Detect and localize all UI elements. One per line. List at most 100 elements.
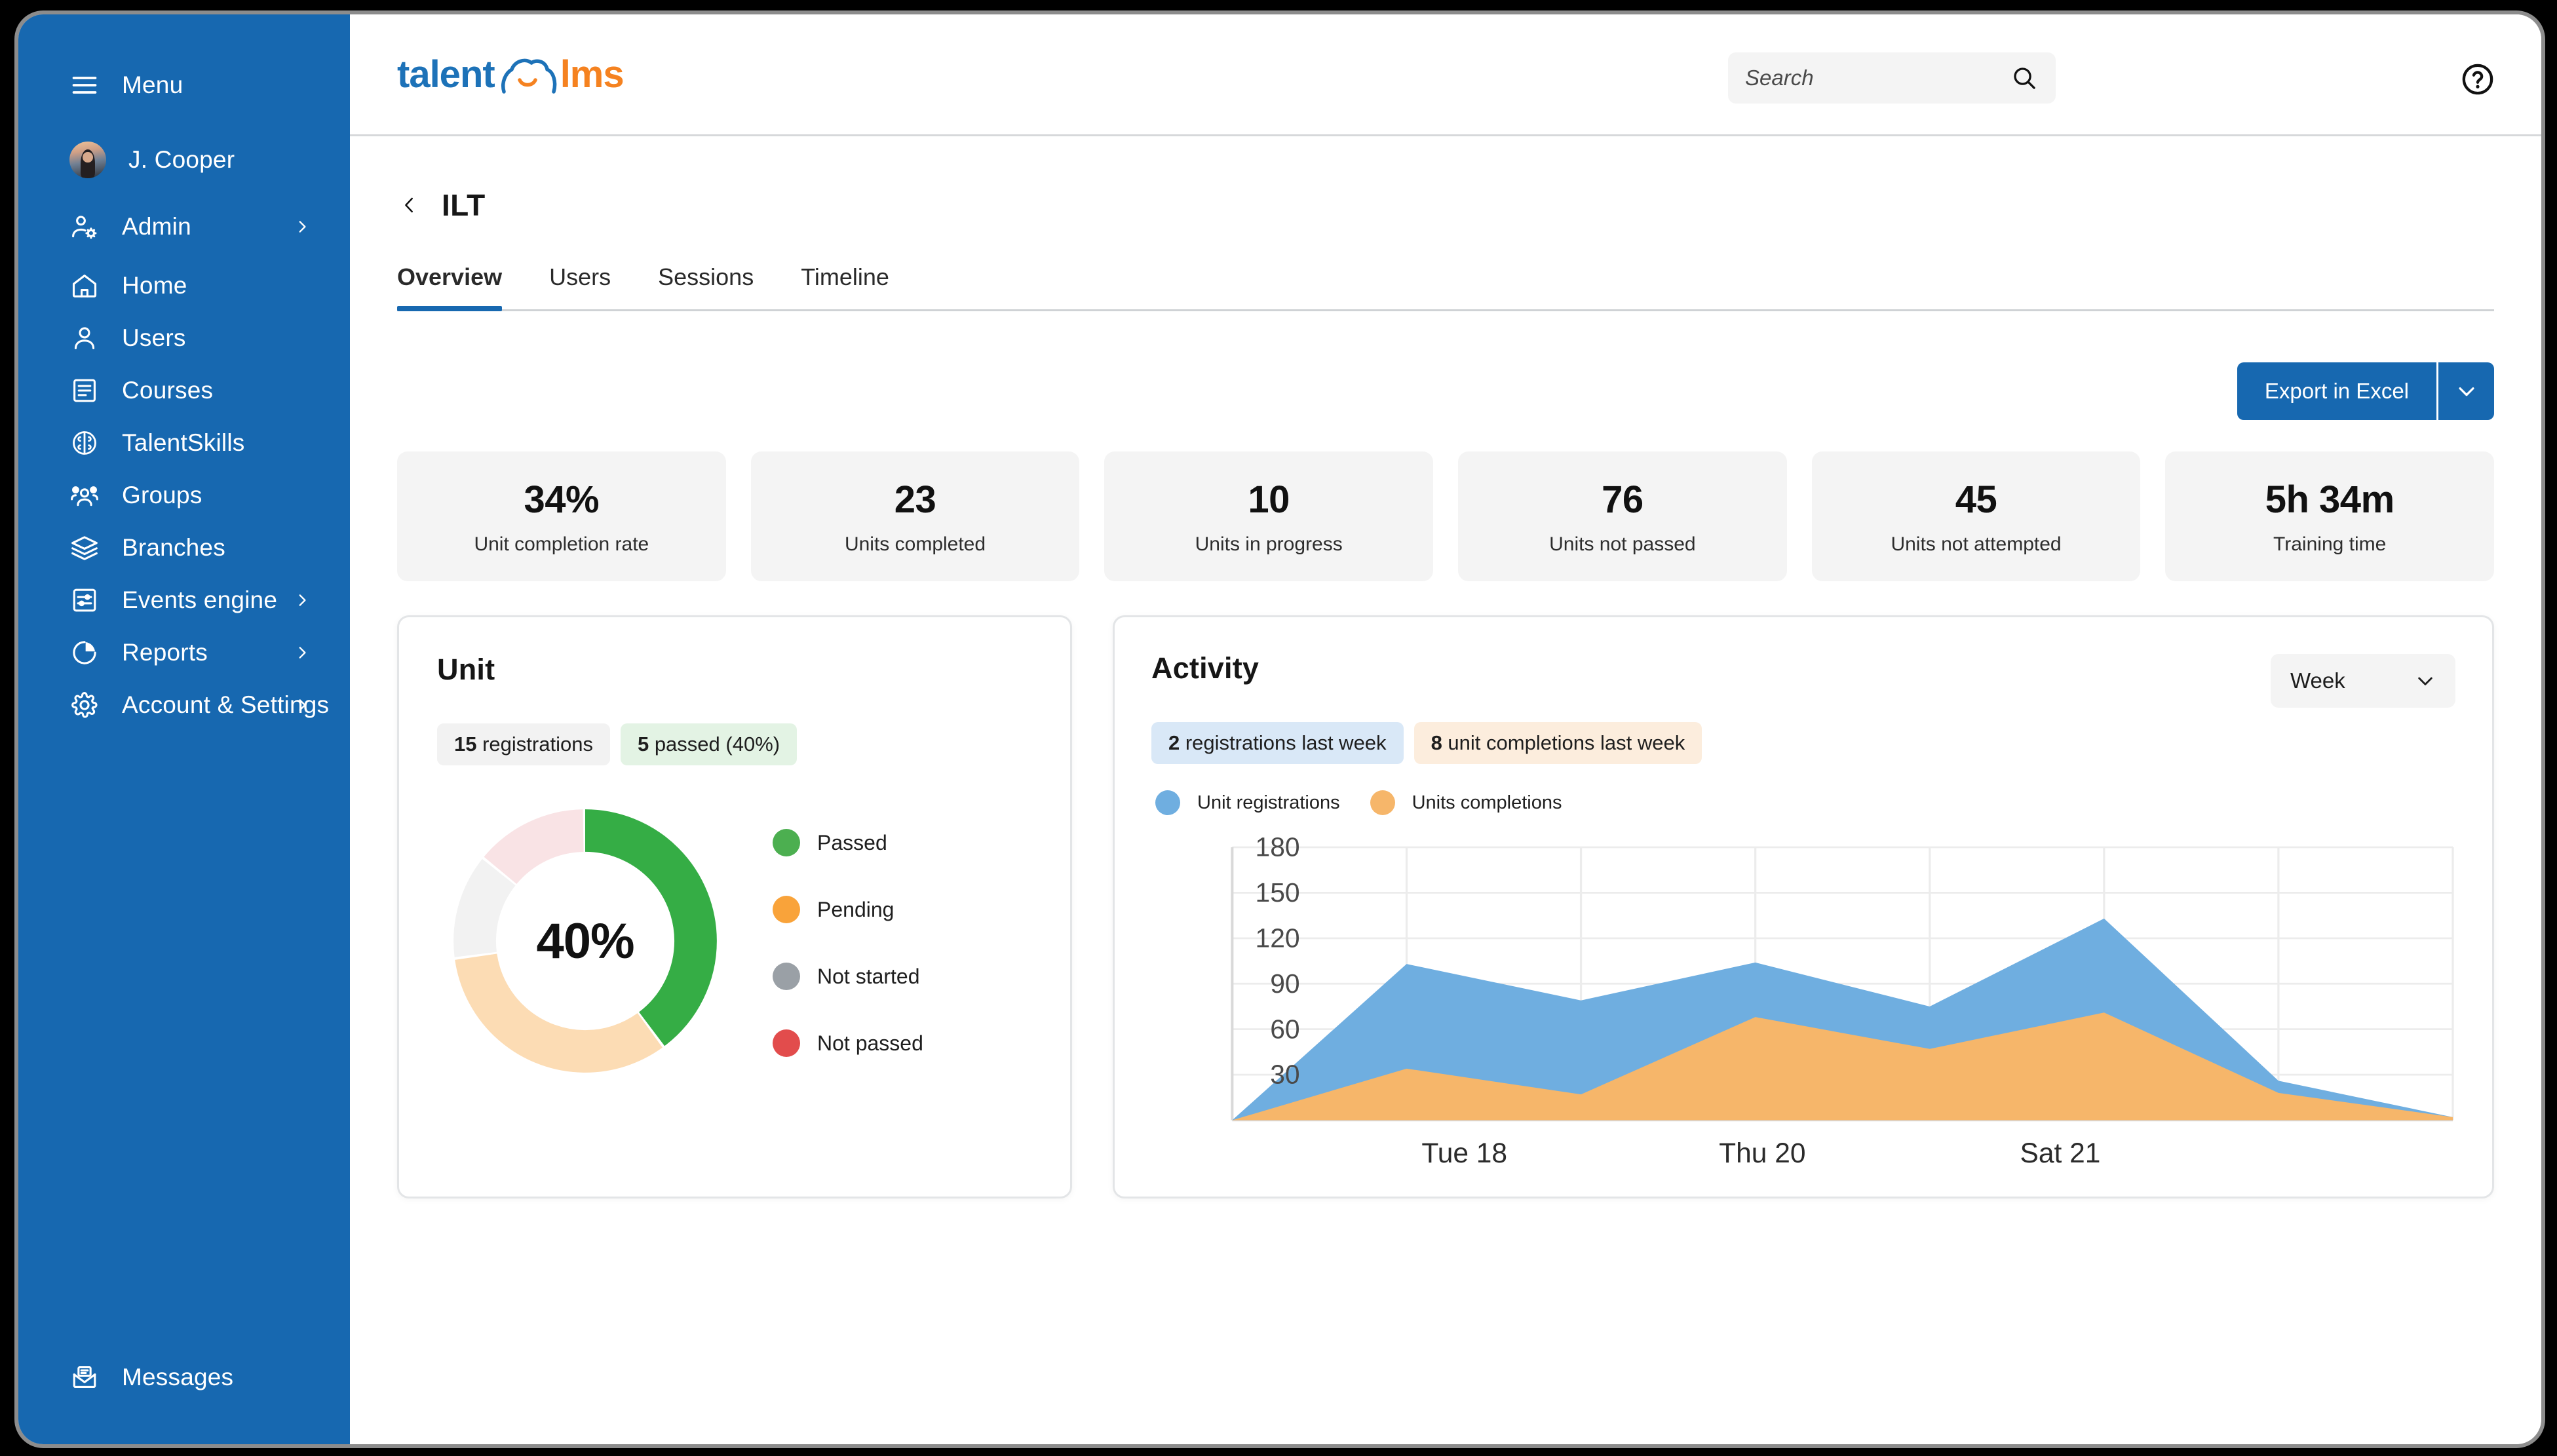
tab-timeline[interactable]: Timeline [777,263,913,309]
period-select-value: Week [2290,668,2345,693]
sidebar-item-label: Users [122,324,186,351]
legend-dot-not-passed [773,1029,800,1057]
kpi-value: 10 [1248,478,1290,521]
kpi-label: Units in progress [1195,533,1343,555]
sidebar-item-talentskills[interactable]: TalentSkills [18,417,350,469]
x-axis-tick: Tue 18 [1421,1138,1507,1169]
user-icon [69,323,100,353]
sidebar-item-groups[interactable]: Groups [18,469,350,522]
legend-dot-unit-registrations [1155,790,1180,815]
y-axis-tick: 30 [1270,1060,1299,1090]
pill-passed-value: 5 [637,733,649,756]
search-input[interactable] [1745,66,2010,90]
pill-activity-registrations-value: 2 [1168,731,1180,754]
hamburger-icon [69,70,100,100]
donut-legend: Passed Pending Not started Not passed [773,825,923,1057]
legend-dot-passed [773,829,800,856]
pill-registrations: 15 registrations [437,723,610,765]
kpi-row: 34% Unit completion rate 23 Units comple… [397,451,2495,581]
y-axis-tick: 90 [1270,968,1299,999]
donut-chart: 40% [444,799,727,1082]
kpi-value: 23 [894,478,936,521]
kpi-card-units-not-attempted: 45 Units not attempted [1811,451,2141,581]
envelope-icon [69,1362,100,1392]
sidebar: Menu J. Cooper Admin Home Users Courses … [18,14,350,1444]
charts-row: Unit 15 registrations 5 passed (40%) 40%… [397,615,2494,1198]
kpi-label: Units completed [844,533,986,555]
pill-registrations-text: registrations [476,733,593,756]
export-options-button[interactable] [2436,362,2494,420]
sidebar-item-home[interactable]: Home [18,259,350,312]
sidebar-item-label: Home [122,272,187,299]
pill-activity-completions: 8 unit completions last week [1413,722,1702,764]
sidebar-messages-label: Messages [122,1364,234,1390]
donut-area: 40% Passed Pending Not started Not passed [437,799,1032,1082]
kpi-value: 5h 34m [2265,478,2394,521]
tab-sessions[interactable]: Sessions [634,263,777,309]
legend-dot-pending [773,896,800,923]
sidebar-item-users[interactable]: Users [18,312,350,364]
chevron-right-icon [294,644,311,661]
main-content: talent lms Search ILT Overview Users Ses… [350,14,2541,1444]
top-header: talent lms [350,14,2541,136]
y-axis-tick: 150 [1256,877,1300,908]
help-button[interactable] [2460,62,2495,97]
period-select[interactable]: Week [2271,654,2455,708]
sidebar-item-messages[interactable]: Messages [18,1351,350,1404]
kpi-card-units-completed: 23 Units completed [750,451,1080,581]
logo-lms-text: lms [560,53,625,96]
sidebar-item-account-settings[interactable]: Account & Settings [18,679,350,731]
search-bar [1728,52,2056,104]
tab-overview[interactable]: Overview [397,263,526,311]
x-axis-tick: Sat 21 [2020,1138,2101,1169]
sidebar-item-events-engine[interactable]: Events engine [18,574,350,626]
sidebar-admin-label: Admin [122,213,191,240]
donut-legend-item: Not passed [773,1029,923,1057]
kpi-card-unit-completion-rate: 34% Unit completion rate [397,451,726,581]
legend-label: Units completions [1412,792,1562,813]
gear-icon [69,690,100,720]
sidebar-menu-toggle[interactable]: Menu [18,59,350,111]
sidebar-menu-label: Menu [122,71,183,98]
activity-chart: 30 60 90 120 150 180 Tue 18 Thu 20 Sat 21 [1151,832,2455,1170]
legend-label: Unit registrations [1197,792,1340,813]
sidebar-item-branches[interactable]: Branches [18,522,350,574]
y-axis-tick: 60 [1270,1014,1299,1044]
chevron-right-icon [294,592,311,609]
logo-talent-text: talent [397,53,495,96]
pie-chart-icon [69,638,100,668]
sidebar-item-label: Courses [122,377,214,404]
tab-bar: Overview Users Sessions Timeline [397,263,2494,311]
help-circle-icon [2462,64,2493,95]
app-window: Menu J. Cooper Admin Home Users Courses … [18,14,2541,1444]
donut-legend-item: Not started [773,963,923,990]
avatar [69,142,106,178]
activity-legend-item: Units completions [1370,790,1562,815]
tab-users[interactable]: Users [526,263,634,309]
activity-card: Activity Week 2 registrations last week … [1113,615,2494,1198]
legend-label: Pending [817,897,894,921]
brain-icon [69,428,100,458]
search-icon [2013,67,2035,89]
legend-dot-units-completions [1370,790,1395,815]
pill-activity-registrations: 2 registrations last week [1151,722,1404,764]
pill-passed: 5 passed (40%) [620,723,798,765]
sidebar-user[interactable]: J. Cooper [18,134,350,186]
kpi-value: 34% [524,478,600,521]
sidebar-item-courses[interactable]: Courses [18,364,350,417]
sidebar-item-reports[interactable]: Reports [18,626,350,679]
activity-pill-row: 2 registrations last week 8 unit complet… [1151,722,2455,764]
search-button[interactable] [2009,62,2039,94]
pill-registrations-value: 15 [454,733,477,756]
app-logo[interactable]: talent lms [397,52,625,96]
donut-legend-item: Passed [773,829,923,856]
sidebar-item-admin[interactable]: Admin [18,201,350,253]
export-row: Export in Excel [397,362,2494,420]
export-button-group: Export in Excel [2237,362,2494,420]
back-button[interactable] [397,190,422,220]
legend-label: Not passed [817,1031,923,1055]
y-axis-tick: 120 [1256,923,1300,953]
export-in-excel-button[interactable]: Export in Excel [2237,362,2436,420]
kpi-card-training-time: 5h 34m Training time [2165,451,2495,581]
